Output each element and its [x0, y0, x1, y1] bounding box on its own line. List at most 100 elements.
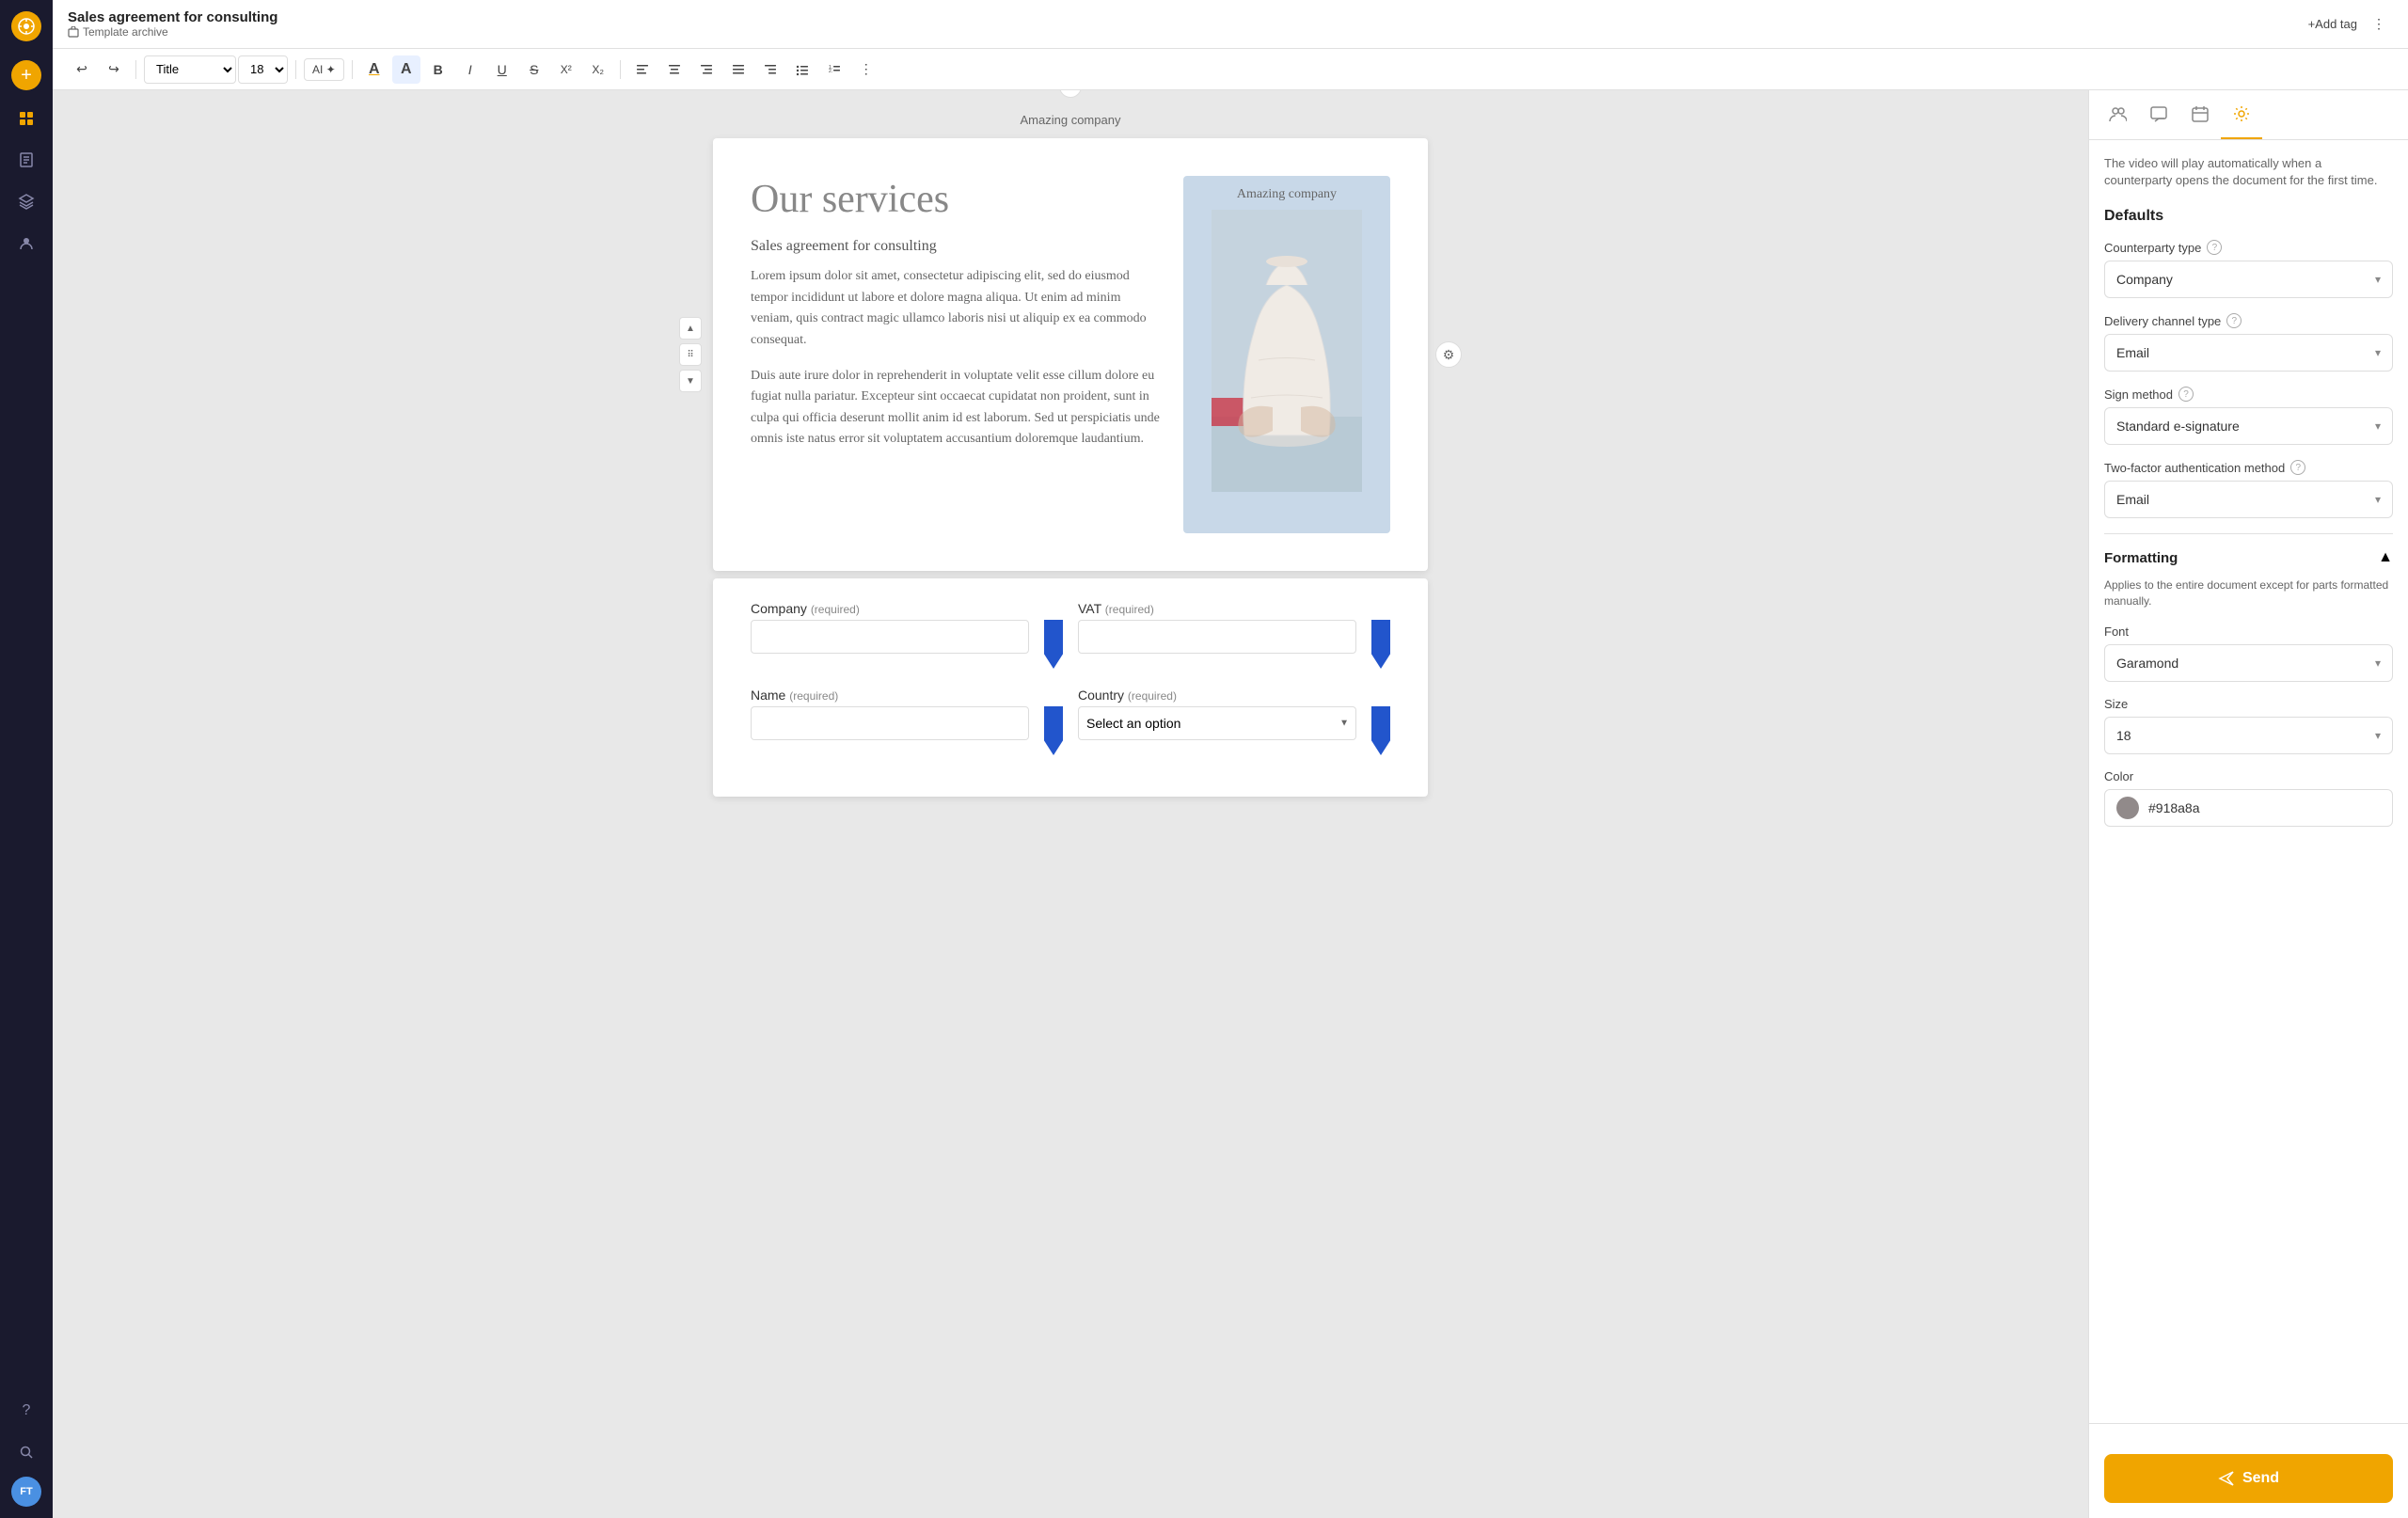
- page-reorder-button[interactable]: ⠿: [679, 343, 702, 366]
- main-area: Sales agreement for consulting Template …: [53, 0, 2408, 1518]
- size-dropdown[interactable]: 18 ▾: [2104, 717, 2393, 754]
- two-factor-row: Two-factor authentication method ? Email…: [2104, 460, 2393, 518]
- style-select[interactable]: Title Heading 1 Heading 2 Normal: [144, 55, 236, 84]
- company-marker: [1044, 620, 1063, 669]
- superscript-button[interactable]: X²: [552, 55, 580, 84]
- name-label: Name (required): [751, 688, 1029, 703]
- font-color-button[interactable]: A: [360, 55, 388, 84]
- send-button[interactable]: Send: [2104, 1454, 2393, 1503]
- delivery-channel-label: Delivery channel type ?: [2104, 313, 2393, 328]
- divider-3: [352, 60, 353, 79]
- more-options-button[interactable]: ⋮: [2365, 10, 2393, 39]
- two-factor-dropdown[interactable]: Email ▾: [2104, 481, 2393, 518]
- two-factor-info-icon[interactable]: ?: [2290, 460, 2305, 475]
- align-right2-button[interactable]: [756, 55, 784, 84]
- more-toolbar-button[interactable]: ⋮: [852, 55, 880, 84]
- redo-button[interactable]: ↪: [100, 55, 128, 84]
- formatting-note: Applies to the entire document except fo…: [2104, 577, 2393, 609]
- page-controls: ▲ ⠿ ▼: [679, 317, 702, 392]
- user-avatar[interactable]: FT: [11, 1477, 41, 1507]
- vat-input[interactable]: [1078, 620, 1356, 654]
- doc-text[interactable]: Our services Sales agreement for consult…: [751, 176, 1161, 533]
- name-input[interactable]: [751, 706, 1029, 740]
- align-right-button[interactable]: [692, 55, 721, 84]
- underline-button[interactable]: U: [488, 55, 516, 84]
- doc-image: Amazing company: [1183, 176, 1390, 533]
- country-field-group: Country (required) Select an option Unit…: [1078, 688, 1356, 755]
- image-label: Amazing company: [1237, 187, 1337, 202]
- two-factor-label: Two-factor authentication method ?: [2104, 460, 2393, 475]
- sign-method-info-icon[interactable]: ?: [2178, 387, 2194, 402]
- svg-text:2.: 2.: [829, 69, 832, 74]
- sidebar-item-home[interactable]: [9, 102, 43, 135]
- sign-method-dropdown[interactable]: Standard e-signature ▾: [2104, 407, 2393, 445]
- doc-editor[interactable]: Amazing company ▲ ⠿ ▼ ⚙ Our services Sal…: [53, 90, 2088, 1518]
- search-icon[interactable]: [9, 1435, 43, 1469]
- sign-method-row: Sign method ? Standard e-signature ▾: [2104, 387, 2393, 445]
- right-panel-content: The video will play automatically when a…: [2089, 140, 2408, 1423]
- numbered-list-button[interactable]: 1. 2.: [820, 55, 848, 84]
- sidebar-item-contacts[interactable]: [9, 226, 43, 260]
- right-panel-footer: Send: [2089, 1423, 2408, 1518]
- add-button[interactable]: +: [11, 60, 41, 90]
- tab-calendar[interactable]: [2179, 90, 2221, 139]
- subscript-button[interactable]: X₂: [584, 55, 612, 84]
- counterparty-info-icon[interactable]: ?: [2207, 240, 2222, 255]
- doc-subtitle: Sales agreement for consulting: [751, 238, 1161, 255]
- fields-row-1: Company (required) VAT (required): [751, 601, 1390, 669]
- delivery-channel-dropdown[interactable]: Email ▾: [2104, 334, 2393, 372]
- bold-button[interactable]: B: [424, 55, 452, 84]
- formatting-toolbar: ↩ ↪ Title Heading 1 Heading 2 Normal 18 …: [53, 49, 2408, 90]
- company-input[interactable]: [751, 620, 1029, 654]
- color-value: #918a8a: [2148, 800, 2200, 815]
- vat-label: VAT (required): [1078, 601, 1356, 616]
- divider-4: [620, 60, 621, 79]
- align-justify-button[interactable]: [724, 55, 752, 84]
- tab-collaborators[interactable]: [2097, 90, 2138, 139]
- doc-title: Sales agreement for consulting: [68, 9, 277, 25]
- country-select[interactable]: Select an option United States United Ki…: [1078, 706, 1356, 740]
- doc-body-1: Lorem ipsum dolor sit amet, consectetur …: [751, 266, 1161, 351]
- help-icon[interactable]: ?: [9, 1394, 43, 1428]
- size-row: Size 18 ▾: [2104, 697, 2393, 754]
- app-logo[interactable]: [11, 11, 41, 41]
- counterparty-type-dropdown[interactable]: Company ▾: [2104, 261, 2393, 298]
- font-row: Font Garamond ▾: [2104, 625, 2393, 682]
- template-archive: Template archive: [68, 25, 277, 39]
- formatting-title: Formatting: [2104, 550, 2178, 566]
- highlight-button[interactable]: A: [392, 55, 420, 84]
- country-label: Country (required): [1078, 688, 1356, 703]
- tab-settings[interactable]: [2221, 90, 2262, 139]
- italic-button[interactable]: I: [456, 55, 484, 84]
- vase-illustration: [1212, 210, 1362, 492]
- country-select-wrapper: Select an option United States United Ki…: [1078, 706, 1356, 740]
- vat-marker: [1371, 620, 1390, 669]
- formatting-header[interactable]: Formatting ▲: [2104, 549, 2393, 566]
- bullet-list-button[interactable]: [788, 55, 816, 84]
- align-left-button[interactable]: [628, 55, 657, 84]
- align-center-button[interactable]: [660, 55, 689, 84]
- divider-1: [135, 60, 136, 79]
- right-panel: The video will play automatically when a…: [2088, 90, 2408, 1518]
- doc-company-header: Amazing company: [1021, 113, 1121, 127]
- tab-chat[interactable]: [2138, 90, 2179, 139]
- ai-button[interactable]: AI ✦: [304, 58, 344, 81]
- formatting-section: Formatting ▲ Applies to the entire docum…: [2104, 533, 2393, 827]
- sidebar-item-docs[interactable]: [9, 143, 43, 177]
- page-down-button[interactable]: ▼: [679, 370, 702, 392]
- add-field-button[interactable]: +: [1059, 90, 1082, 98]
- strikethrough-button[interactable]: S: [520, 55, 548, 84]
- delivery-channel-info-icon[interactable]: ?: [2226, 313, 2242, 328]
- color-picker[interactable]: #918a8a: [2104, 789, 2393, 827]
- country-marker: [1371, 706, 1390, 755]
- color-row: Color #918a8a: [2104, 769, 2393, 827]
- add-tag-button[interactable]: +Add tag: [2308, 17, 2357, 31]
- undo-button[interactable]: ↩: [68, 55, 96, 84]
- sidebar-item-layers[interactable]: [9, 184, 43, 218]
- sign-method-label: Sign method ?: [2104, 387, 2393, 402]
- page-up-button[interactable]: ▲: [679, 317, 702, 340]
- font-size-select[interactable]: 18 12 14 16 24: [238, 55, 288, 84]
- name-field-group: Name (required): [751, 688, 1029, 755]
- font-dropdown[interactable]: Garamond ▾: [2104, 644, 2393, 682]
- page-settings-button[interactable]: ⚙: [1435, 341, 1462, 368]
